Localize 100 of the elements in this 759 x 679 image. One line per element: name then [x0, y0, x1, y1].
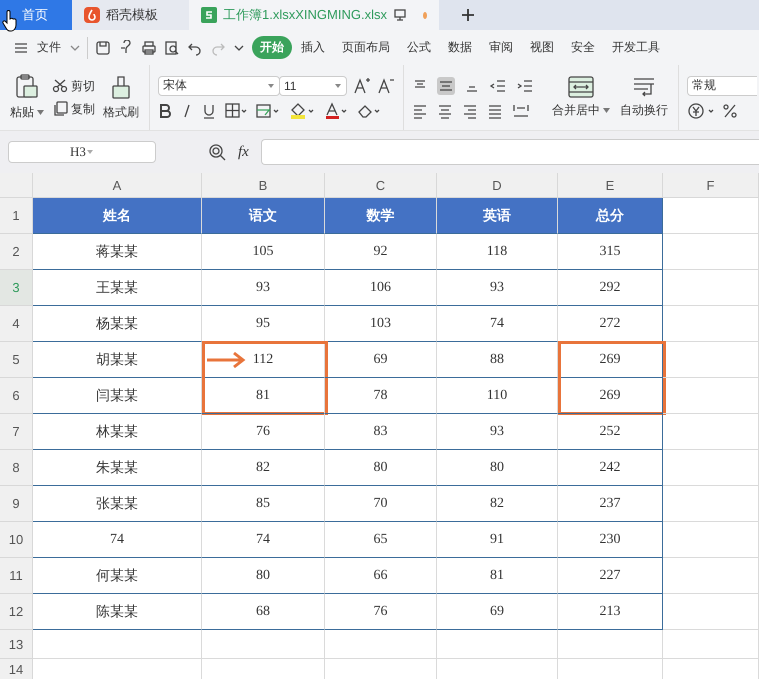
table-cell: 何某某: [33, 558, 202, 594]
paste-button[interactable]: 粘贴: [8, 74, 46, 121]
percent-icon[interactable]: [723, 102, 737, 120]
table-cell: 237: [558, 486, 663, 522]
increase-indent-icon[interactable]: [516, 78, 534, 94]
menu-tab[interactable]: 页面布局: [334, 36, 398, 59]
table-cell: 227: [558, 558, 663, 594]
align-center-icon[interactable]: [437, 102, 453, 118]
row-header[interactable]: 6: [0, 378, 33, 414]
table-cell: 82: [202, 450, 325, 486]
table-cell: 闫某某: [33, 378, 202, 414]
font-color-icon[interactable]: [324, 102, 348, 120]
number-format-dropdown[interactable]: 常规: [687, 76, 757, 96]
menu-tab[interactable]: 开发工具: [604, 36, 668, 59]
scissors-icon: [52, 79, 68, 93]
table-cell: 74: [33, 522, 202, 558]
row-header[interactable]: 2: [0, 234, 33, 270]
table-cell: 74: [437, 306, 558, 342]
table-cell: 76: [325, 594, 437, 630]
column-header[interactable]: E: [558, 173, 663, 198]
column-header[interactable]: F: [663, 173, 759, 198]
formula-field[interactable]: [260, 139, 759, 165]
menu-tab[interactable]: 公式: [399, 36, 439, 59]
cut-button[interactable]: 剪切: [52, 78, 95, 94]
fill-bucket-icon[interactable]: [289, 102, 315, 120]
header-cell: 英语: [437, 198, 558, 234]
format-painter-button[interactable]: 格式刷: [101, 74, 141, 121]
table-cell: 80: [437, 450, 558, 486]
column-header[interactable]: B: [202, 173, 325, 198]
row-header[interactable]: 14: [0, 659, 33, 679]
wrap-text-button[interactable]: 自动换行: [618, 76, 670, 119]
table-cell: 112: [202, 342, 325, 378]
table-cell: 83: [325, 414, 437, 450]
print-icon[interactable]: [141, 40, 157, 56]
unsaved-dot: [422, 12, 427, 18]
flame-logo-icon: [84, 7, 100, 23]
function-label[interactable]: fx: [238, 144, 249, 160]
row-header[interactable]: 13: [0, 630, 33, 659]
decrease-indent-icon[interactable]: [489, 78, 507, 94]
table-cell: 105: [202, 234, 325, 270]
print-preview-icon[interactable]: [164, 40, 180, 56]
row-header[interactable]: 5: [0, 342, 33, 378]
row-header[interactable]: 4: [0, 306, 33, 342]
table-cell: 76: [202, 414, 325, 450]
border-grid-icon[interactable]: [225, 102, 247, 118]
table-cell: 91: [437, 522, 558, 558]
align-right-icon[interactable]: [462, 102, 478, 118]
increase-font-icon[interactable]: [353, 76, 371, 94]
table-cell: 88: [437, 342, 558, 378]
plus-icon[interactable]: [461, 8, 475, 22]
menu-tab[interactable]: 文件: [29, 36, 69, 59]
save-icon[interactable]: [95, 40, 111, 56]
table-cell: 213: [558, 594, 663, 630]
table-cell: 65: [325, 522, 437, 558]
wrap-text-icon: [631, 76, 657, 98]
row-header[interactable]: 9: [0, 486, 33, 522]
row-header[interactable]: 1: [0, 198, 33, 234]
monitor-icon[interactable]: [392, 8, 407, 22]
tab[interactable]: 稻壳模板: [72, 0, 189, 30]
row-header[interactable]: 11: [0, 558, 33, 594]
table-cell: 230: [558, 522, 663, 558]
row-header[interactable]: 8: [0, 450, 33, 486]
column-header[interactable]: A: [33, 173, 202, 198]
table-cell: 74: [202, 522, 325, 558]
distribute-icon[interactable]: [512, 102, 530, 118]
align-left-icon[interactable]: [412, 102, 428, 118]
menu-icon[interactable]: [14, 42, 28, 54]
zoom-icon[interactable]: [208, 143, 226, 161]
menu-tab[interactable]: 安全: [563, 36, 603, 59]
name-box[interactable]: H3: [8, 141, 156, 163]
table-cell: 78: [325, 378, 437, 414]
chevron-down-icon[interactable]: [233, 42, 245, 52]
menu-tab[interactable]: 审阅: [481, 36, 521, 59]
font-size-dropdown[interactable]: 11: [279, 76, 347, 96]
menu-tab[interactable]: 插入: [293, 36, 333, 59]
table-cell: 80: [325, 450, 437, 486]
table-cell: 林某某: [33, 414, 202, 450]
row-header[interactable]: 7: [0, 414, 33, 450]
font-name-dropdown[interactable]: 宋体: [158, 76, 280, 96]
bold-icon[interactable]: [158, 102, 172, 118]
row-header[interactable]: 12: [0, 594, 33, 630]
decrease-font-icon[interactable]: [377, 76, 395, 94]
caret-icon: [334, 82, 342, 88]
menu-tab[interactable]: 视图: [522, 36, 562, 59]
menu-tab[interactable]: 数据: [440, 36, 480, 59]
conditional-format-icon[interactable]: [256, 102, 280, 118]
justify-icon[interactable]: [487, 102, 503, 118]
merge-center-button[interactable]: 合并居中: [550, 76, 612, 119]
row-header[interactable]: 10: [0, 522, 33, 558]
tab[interactable]: 首页: [0, 0, 72, 30]
table-cell: 93: [437, 270, 558, 306]
table-cell: 胡某某: [33, 342, 202, 378]
table-cell: 68: [202, 594, 325, 630]
table-cell: 81: [202, 378, 325, 414]
table-cell: 92: [325, 234, 437, 270]
copy-button[interactable]: 复制: [52, 100, 95, 118]
table-cell: 蒋某某: [33, 234, 202, 270]
underline-icon[interactable]: [202, 102, 216, 118]
column-header[interactable]: C: [325, 173, 437, 198]
column-header[interactable]: D: [437, 173, 558, 198]
